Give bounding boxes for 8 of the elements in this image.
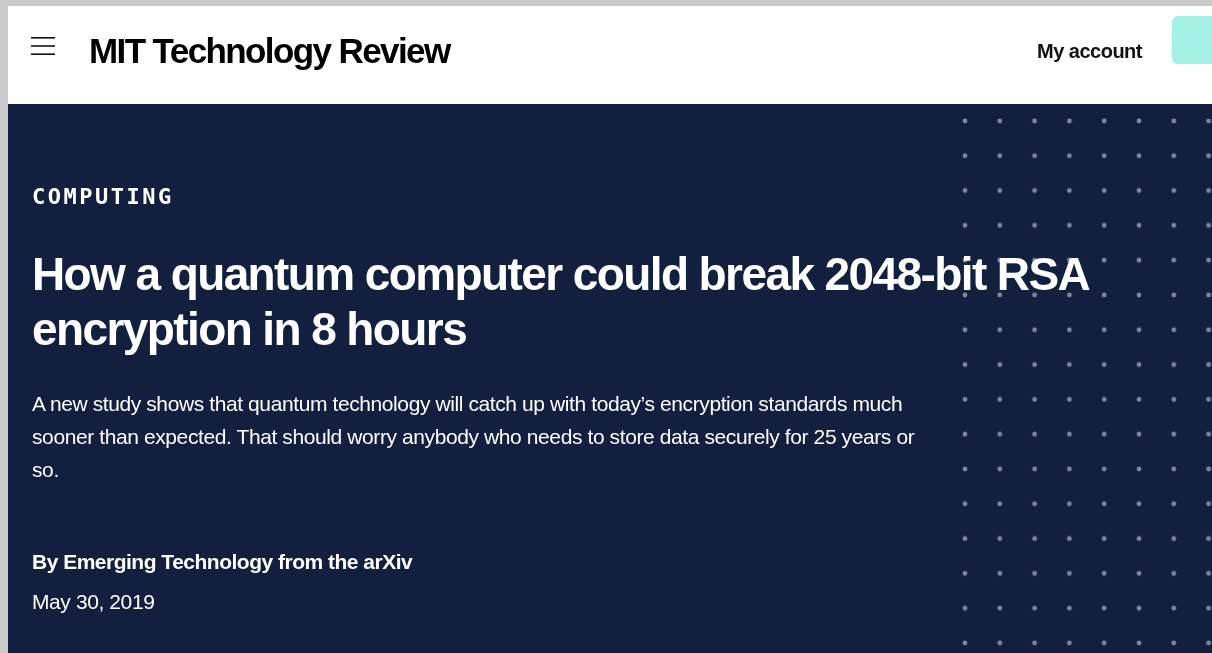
category-label[interactable]: COMPUTING	[32, 184, 1212, 209]
menu-icon[interactable]	[31, 36, 55, 56]
site-logo[interactable]: MIT Technology Review	[89, 33, 450, 68]
account-link[interactable]: My account	[1036, 40, 1142, 63]
publish-date: May 30, 2019	[32, 590, 156, 614]
article-title: How a quantum computer could break 2048-bit RSA encryption in 8 hours	[32, 247, 1089, 357]
author-byline[interactable]: By Emerging Technology from the arXiv	[32, 550, 1212, 574]
article-summary: A new study shows that quantum technology will catch up with today’s encryption standards much sooner than expected. That should worry anybody who needs to store data securely for 25 years or so.	[32, 391, 916, 483]
